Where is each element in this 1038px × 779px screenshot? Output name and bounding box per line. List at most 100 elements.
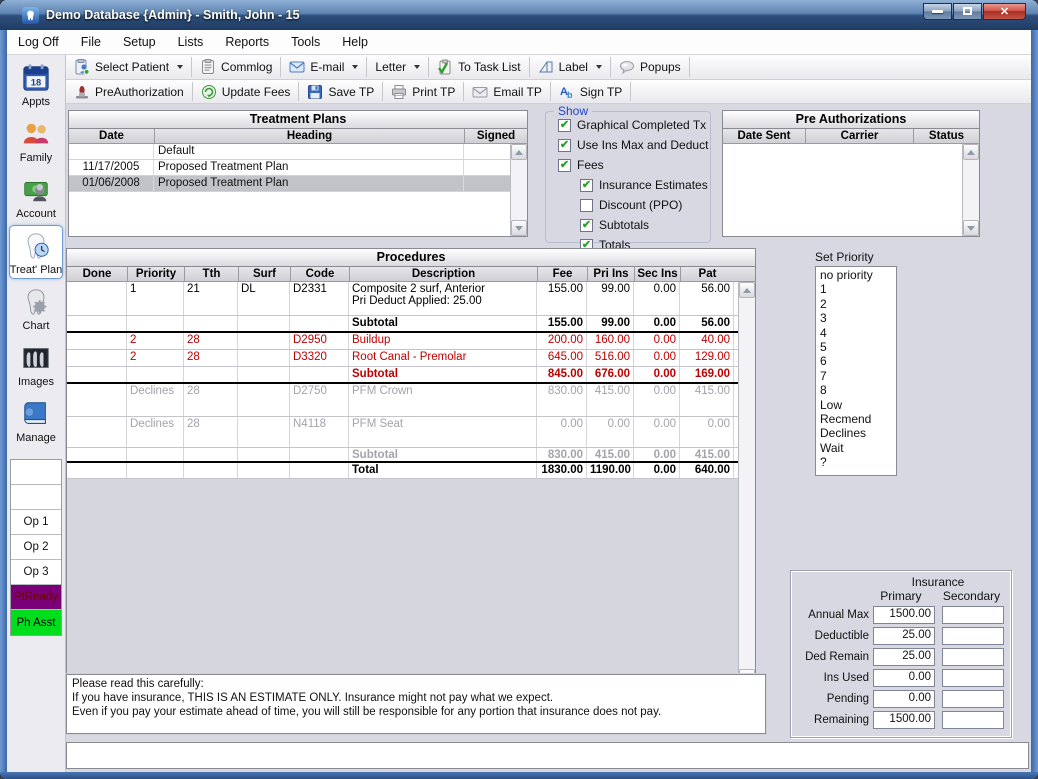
menu-item-lists[interactable]: Lists: [167, 31, 215, 53]
show-option-discount-ppo[interactable]: Discount (PPO): [580, 198, 710, 212]
procedures-col-pri-ins[interactable]: Pri Ins: [587, 267, 634, 281]
scroll-down-icon[interactable]: [511, 220, 527, 236]
scroll-up-icon[interactable]: [739, 282, 755, 298]
priority-option-6[interactable]: 6: [816, 354, 896, 368]
priority-option-wait[interactable]: Wait: [816, 441, 896, 455]
toolbar-button-update-fees[interactable]: Update Fees: [193, 80, 299, 103]
menu-item-file[interactable]: File: [70, 31, 112, 53]
insurance-secondary-pending[interactable]: [942, 690, 1004, 708]
show-option-use-ins-max-and-deduct[interactable]: ✔Use Ins Max and Deduct: [558, 138, 710, 152]
scroll-down-icon[interactable]: [963, 220, 979, 236]
priority-option-5[interactable]: 5: [816, 340, 896, 354]
sidebar-module-appts[interactable]: 18Appts: [9, 57, 63, 111]
procedure-row[interactable]: 228D3320Root Canal - Premolar645.00516.0…: [67, 350, 738, 367]
priority-option-7[interactable]: 7: [816, 369, 896, 383]
checkbox-checked-icon[interactable]: ✔: [558, 139, 571, 152]
col-date[interactable]: Date: [69, 129, 154, 143]
insurance-secondary-ded-remain[interactable]: [942, 648, 1004, 666]
insurance-primary-annual-max[interactable]: 1500.00: [873, 606, 935, 624]
chevron-down-icon[interactable]: [177, 65, 183, 69]
toolbar-button-print-tp[interactable]: Print TP: [383, 80, 463, 103]
procedure-row[interactable]: Subtotal845.00676.000.00169.00: [67, 367, 738, 384]
chevron-down-icon[interactable]: [596, 65, 602, 69]
procedures-col-surf[interactable]: Surf: [238, 267, 290, 281]
minimize-button[interactable]: [923, 3, 952, 20]
show-option-fees[interactable]: ✔Fees: [558, 158, 710, 172]
chevron-down-icon[interactable]: [414, 65, 420, 69]
col-status[interactable]: Status: [913, 129, 979, 143]
toolbar-button-to-task-list[interactable]: To Task List: [429, 55, 528, 79]
checkbox-unchecked-icon[interactable]: [580, 199, 593, 212]
insurance-primary-remaining[interactable]: 1500.00: [873, 711, 935, 729]
show-option-insurance-estimates[interactable]: ✔Insurance Estimates: [580, 178, 710, 192]
procedures-col-description[interactable]: Description: [349, 267, 537, 281]
insurance-secondary-ins-used[interactable]: [942, 669, 1004, 687]
show-option-subtotals[interactable]: ✔Subtotals: [580, 218, 710, 232]
treatment-plan-row[interactable]: 11/17/2005Proposed Treatment Plan: [69, 160, 510, 176]
procedure-row[interactable]: Declines28D2750PFM Crown830.00415.000.00…: [67, 384, 738, 417]
priority-option-declines[interactable]: Declines: [816, 426, 896, 440]
procedure-row[interactable]: Total1830.001190.000.00640.00: [67, 463, 738, 479]
operatory-ph-asst[interactable]: Ph Asst: [11, 610, 61, 635]
toolbar-button-commlog[interactable]: Commlog: [192, 55, 280, 79]
insurance-primary-ins-used[interactable]: 0.00: [873, 669, 935, 687]
operatory-blank-1[interactable]: [11, 485, 61, 510]
procedure-row[interactable]: Subtotal155.0099.000.0056.00: [67, 316, 738, 333]
sidebar-module-account[interactable]: Account: [9, 169, 63, 223]
checkbox-checked-icon[interactable]: ✔: [580, 219, 593, 232]
insurance-primary-ded-remain[interactable]: 25.00: [873, 648, 935, 666]
toolbar-button-sign-tp[interactable]: AbSign TP: [551, 80, 630, 103]
insurance-secondary-annual-max[interactable]: [942, 606, 1004, 624]
scroll-up-icon[interactable]: [511, 144, 527, 160]
col-heading[interactable]: Heading: [154, 129, 464, 143]
procedures-col-tth[interactable]: Tth: [184, 267, 238, 281]
operatory-blank-0[interactable]: [11, 460, 61, 485]
chevron-down-icon[interactable]: [352, 65, 358, 69]
priority-option-4[interactable]: 4: [816, 326, 896, 340]
toolbar-button-label[interactable]: Label: [530, 55, 610, 79]
maximize-button[interactable]: [953, 3, 982, 20]
toolbar-button-letter[interactable]: Letter: [367, 55, 428, 79]
procedure-row[interactable]: 228D2950Buildup200.00160.000.0040.00: [67, 333, 738, 350]
menu-item-tools[interactable]: Tools: [280, 31, 331, 53]
treatment-plan-row[interactable]: 01/06/2008Proposed Treatment Plan: [69, 176, 510, 192]
procedures-scrollbar[interactable]: [738, 282, 755, 685]
patient-note[interactable]: Please read this carefully:If you have i…: [66, 674, 766, 734]
menu-item-setup[interactable]: Setup: [112, 31, 167, 53]
procedures-col-priority[interactable]: Priority: [127, 267, 184, 281]
sidebar-module-manage[interactable]: Manage: [9, 393, 63, 447]
priority-option-[interactable]: ?: [816, 455, 896, 469]
col-date-sent[interactable]: Date Sent: [723, 129, 805, 143]
procedure-row[interactable]: Subtotal830.00415.000.00415.00: [67, 448, 738, 463]
operatory-op-1[interactable]: Op 1: [11, 510, 61, 535]
col-signed[interactable]: Signed: [464, 129, 527, 143]
procedure-row[interactable]: Declines28N4118PFM Seat0.000.000.000.00: [67, 417, 738, 448]
close-button[interactable]: ✕: [983, 3, 1026, 20]
toolbar-button-save-tp[interactable]: Save TP: [299, 80, 382, 103]
insurance-primary-deductible[interactable]: 25.00: [873, 627, 935, 645]
insurance-secondary-deductible[interactable]: [942, 627, 1004, 645]
priority-option-3[interactable]: 3: [816, 311, 896, 325]
operatory-op-3[interactable]: Op 3: [11, 560, 61, 585]
show-option-graphical-completed-tx[interactable]: ✔Graphical Completed Tx: [558, 118, 710, 132]
sidebar-module-treat-plan[interactable]: Treat' Plan: [9, 225, 63, 279]
operatory-op-2[interactable]: Op 2: [11, 535, 61, 560]
insurance-primary-pending[interactable]: 0.00: [873, 690, 935, 708]
col-carrier[interactable]: Carrier: [805, 129, 913, 143]
toolbar-button-select-patient[interactable]: Select Patient: [66, 55, 191, 79]
sidebar-module-images[interactable]: Images: [9, 337, 63, 391]
checkbox-checked-icon[interactable]: ✔: [580, 179, 593, 192]
insurance-secondary-remaining[interactable]: [942, 711, 1004, 729]
menu-item-help[interactable]: Help: [331, 31, 379, 53]
procedures-col-sec-ins[interactable]: Sec Ins: [634, 267, 680, 281]
procedures-col-done[interactable]: Done: [67, 267, 127, 281]
menu-item-log-off[interactable]: Log Off: [7, 31, 70, 53]
priority-option-no-priority[interactable]: no priority: [816, 268, 896, 282]
operatory-ptready[interactable]: PtReady: [11, 585, 61, 610]
checkbox-checked-icon[interactable]: ✔: [558, 119, 571, 132]
sidebar-module-chart[interactable]: Chart: [9, 281, 63, 335]
toolbar-button-preauthorization[interactable]: PreAuthorization: [66, 80, 192, 103]
priority-option-recmend[interactable]: Recmend: [816, 412, 896, 426]
treatment-plans-scrollbar[interactable]: [510, 144, 527, 236]
toolbar-button-email-tp[interactable]: Email TP: [464, 80, 549, 103]
